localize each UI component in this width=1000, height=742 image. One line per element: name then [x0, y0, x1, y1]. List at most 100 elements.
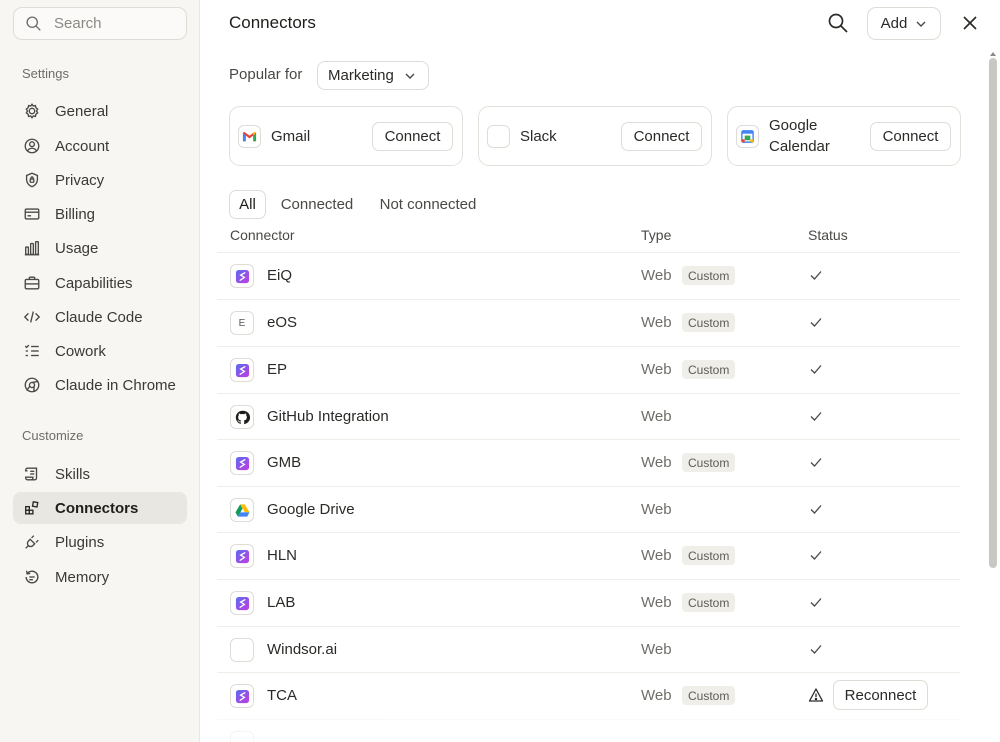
sidebar-item-billing[interactable]: Billing	[13, 198, 187, 230]
credit-card-icon	[24, 208, 40, 220]
sidebar-item-account[interactable]: Account	[13, 130, 187, 162]
table-row[interactable]: EiQ Web Custom	[217, 252, 960, 299]
sidebar-item-privacy[interactable]: Privacy	[13, 164, 187, 196]
warning-icon	[808, 688, 824, 702]
tab-connected[interactable]: Connected	[272, 190, 362, 219]
sidebar-item-label: General	[55, 102, 109, 120]
code-icon	[23, 311, 41, 323]
custom-badge: Custom	[682, 546, 736, 565]
connector-name: GMB	[267, 454, 302, 471]
sidebar-item-label: Account	[55, 137, 110, 155]
google-drive-icon	[234, 503, 250, 517]
chevron-down-icon	[405, 73, 415, 79]
connect-button[interactable]: Connect	[372, 122, 453, 151]
user-circle-icon	[24, 138, 40, 154]
search-input[interactable]: Search	[13, 7, 187, 40]
sidebar-item-capabilities[interactable]: Capabilities	[13, 267, 187, 299]
sidebar-item-memory[interactable]: Memory	[13, 561, 187, 593]
popular-category-select[interactable]: Marketing	[317, 61, 429, 90]
scroll-up-arrow[interactable]	[990, 52, 996, 56]
custom-badge: Custom	[682, 266, 736, 285]
scrollbar[interactable]	[989, 58, 997, 568]
connector-name: LAB	[267, 594, 296, 611]
connector-type: Web	[641, 594, 672, 611]
sidebar-item-label: Skills	[55, 465, 91, 483]
tab-all[interactable]: All	[229, 190, 266, 219]
add-button[interactable]: Add	[867, 7, 941, 40]
table-row[interactable]: LAB Web Custom	[217, 579, 960, 626]
table-row	[217, 719, 960, 742]
table-row[interactable]: HLN Web Custom	[217, 532, 960, 579]
reconnect-button[interactable]: Reconnect	[833, 680, 928, 710]
connector-name: TCA	[267, 687, 297, 704]
custom-badge: Custom	[682, 313, 736, 332]
google-calendar-icon	[741, 129, 754, 143]
custom-connector-icon	[235, 363, 249, 377]
sidebar-item-skills[interactable]: Skills	[13, 458, 187, 490]
popular-card-slack: Slack Connect	[478, 106, 712, 166]
sidebar-item-claude-in-chrome[interactable]: Claude in Chrome	[13, 369, 187, 401]
connector-type: Web	[641, 501, 672, 518]
table-row[interactable]: EP Web Custom	[217, 346, 960, 393]
gear-icon	[25, 103, 39, 119]
scroll-icon	[25, 467, 38, 481]
table-row[interactable]: E eOS Web Custom	[217, 299, 960, 346]
tab-not-connected[interactable]: Not connected	[372, 190, 484, 219]
connector-name: eOS	[267, 314, 298, 331]
plug-icon	[25, 535, 39, 549]
connector-name: Google Drive	[267, 501, 355, 518]
check-icon	[810, 412, 822, 421]
page-title: Connectors	[229, 13, 316, 32]
connector-name: EiQ	[267, 267, 293, 284]
sidebar-item-label: Connectors	[55, 499, 139, 517]
connect-button[interactable]: Connect	[621, 122, 702, 151]
sidebar-item-label: Cowork	[55, 342, 106, 360]
gmail-icon	[242, 131, 257, 141]
table-row[interactable]: GMB Web Custom	[217, 439, 960, 486]
letter-e-icon: E	[230, 311, 254, 335]
check-icon	[810, 645, 822, 654]
add-button-label: Add	[880, 15, 908, 32]
popular-card-google-calendar: Google Calendar Connect	[727, 106, 961, 166]
check-icon	[810, 505, 822, 514]
connect-button[interactable]: Connect	[870, 122, 951, 151]
custom-connector-icon	[235, 689, 249, 703]
check-icon	[810, 458, 822, 467]
sidebar-item-label: Claude in Chrome	[55, 376, 176, 394]
slack-icon	[491, 129, 506, 144]
sidebar-item-usage[interactable]: Usage	[13, 232, 187, 264]
sidebar-item-claude-code[interactable]: Claude Code	[13, 301, 187, 333]
sidebar: Search Settings General Account Privacy …	[0, 0, 200, 742]
sidebar-item-plugins[interactable]: Plugins	[13, 526, 187, 558]
sidebar-item-connectors[interactable]: Connectors	[13, 492, 187, 524]
check-icon	[810, 318, 822, 327]
popular-card-gmail: Gmail Connect	[229, 106, 463, 166]
check-icon	[810, 598, 822, 607]
table-row[interactable]: Windsor.ai Web	[217, 626, 960, 673]
search-placeholder: Search	[54, 15, 102, 32]
custom-badge: Custom	[682, 360, 736, 379]
table-row[interactable]: Google Drive Web	[217, 486, 960, 533]
table-row[interactable]: GitHub Integration Web	[217, 393, 960, 440]
sidebar-item-label: Privacy	[55, 171, 105, 189]
custom-connector-icon	[235, 269, 249, 283]
search-icon[interactable]	[827, 12, 849, 34]
customize-section-label: Customize	[22, 428, 84, 443]
connector-type: Web	[641, 361, 672, 378]
popular-category-value: Marketing	[328, 67, 394, 84]
sidebar-item-cowork[interactable]: Cowork	[13, 335, 187, 367]
table-row[interactable]: TCA Web Custom Reconnect	[217, 672, 960, 719]
connector-name: Windsor.ai	[267, 641, 338, 658]
blocks-icon	[25, 501, 39, 515]
connector-type: Web	[641, 687, 672, 704]
custom-connector-icon	[235, 456, 249, 470]
connector-type: Web	[641, 454, 672, 471]
bar-chart-icon	[24, 241, 40, 256]
github-icon	[235, 410, 250, 424]
sidebar-item-label: Plugins	[55, 533, 105, 551]
custom-badge: Custom	[682, 593, 736, 612]
close-icon[interactable]	[960, 13, 980, 33]
sidebar-item-general[interactable]: General	[13, 95, 187, 127]
shield-icon	[25, 172, 39, 188]
connector-type: Web	[641, 314, 672, 331]
